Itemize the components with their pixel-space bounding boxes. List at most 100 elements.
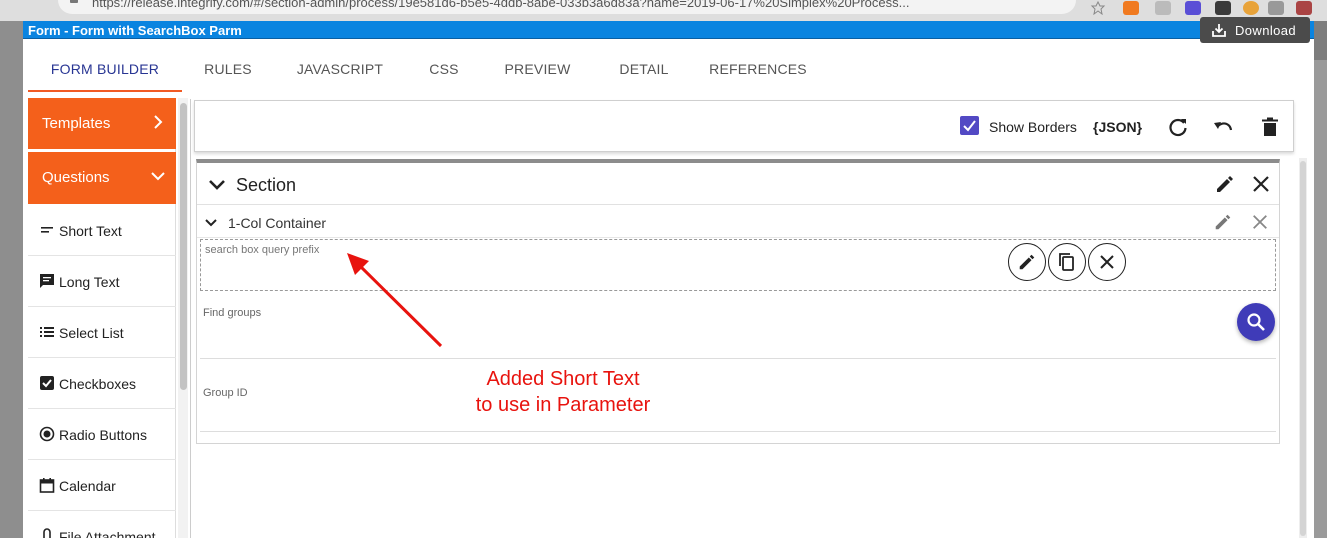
container-header: 1-Col Container [197,206,1279,238]
chevron-down-icon[interactable] [207,175,227,195]
annotation-arrow [347,253,443,348]
question-label: Checkboxes [59,376,137,392]
question-label: Select List [59,325,124,341]
chevron-down-icon [151,172,165,181]
question-long-text[interactable]: Long Text [28,256,176,307]
search-icon [1247,313,1265,331]
sidebar-scrollbar-thumb[interactable] [180,103,187,390]
section-header: Section [197,163,1279,205]
download-button[interactable]: Download [1200,17,1310,43]
tab-bar: FORM BUILDER RULES JAVASCRIPT CSS PREVIE… [28,44,1308,92]
annotation-line: Added Short Text [486,368,640,390]
tab-label: JAVASCRIPT [296,61,384,77]
extension-icon[interactable] [1215,1,1231,15]
browser-toolbar: https://release.integrify.com/#/section-… [0,0,1327,21]
checkbox-icon [40,376,54,390]
show-borders-checkbox[interactable] [960,116,979,135]
extension-icon[interactable] [1268,1,1284,15]
question-label: Short Text [59,223,122,239]
background-app-right [1314,60,1327,538]
edit-section-icon[interactable] [1214,173,1236,195]
question-file-attachment[interactable]: File Attachment [28,511,176,538]
tab-form-builder[interactable]: FORM BUILDER [28,44,182,92]
download-icon [1212,24,1226,37]
search-button[interactable] [1237,303,1275,341]
radio-button-icon [39,426,55,442]
short-text-icon [41,227,53,233]
attachment-icon [43,528,51,538]
lock-icon [70,0,78,3]
star-icon[interactable] [1090,0,1106,16]
show-borders-label: Show Borders [989,119,1077,135]
tab-preview[interactable]: PREVIEW [500,44,575,92]
json-button[interactable]: {JSON} [1093,119,1142,135]
edit-field-button[interactable] [1008,243,1046,281]
modal-title: Form - Form with SearchBox Parm [28,23,242,38]
group-id-field[interactable]: Group ID [200,385,1276,432]
annotation-text: Added Short Text to use in Parameter [443,366,683,418]
undo-icon[interactable] [1212,116,1234,138]
question-label: Radio Buttons [59,427,147,443]
select-list-icon [40,327,54,337]
divider [190,99,191,538]
edit-icon [1019,254,1035,270]
extension-icon[interactable] [1296,1,1312,15]
templates-label: Templates [42,115,111,132]
extension-icon[interactable] [1155,1,1171,15]
tab-label: REFERENCES [709,61,807,77]
extension-icon[interactable] [1185,1,1201,15]
delete-icon[interactable] [1259,116,1281,138]
extension-icon[interactable] [1123,1,1139,15]
check-icon [963,120,976,132]
tab-label: RULES [204,61,252,77]
chevron-down-icon[interactable] [204,216,218,230]
workspace-scrollbar-thumb[interactable] [1300,161,1306,536]
question-radio-buttons[interactable]: Radio Buttons [28,409,176,460]
close-container-icon[interactable] [1251,213,1269,231]
chevron-right-icon [154,115,163,129]
close-icon [1100,255,1114,269]
field-label: search box query prefix [205,244,320,256]
extension-icon[interactable] [1243,1,1259,15]
questions-label: Questions [42,169,110,186]
tab-rules[interactable]: RULES [193,44,263,92]
tab-javascript[interactable]: JAVASCRIPT [290,44,390,92]
question-calendar[interactable]: Calendar [28,460,176,511]
question-checkboxes[interactable]: Checkboxes [28,358,176,409]
background-app [0,21,24,538]
form-builder-modal: Form - Form with SearchBox Parm FORM BUI… [23,21,1314,538]
tab-label: DETAIL [619,61,669,77]
tab-label: CSS [429,61,459,77]
tab-css[interactable]: CSS [424,44,464,92]
tab-references[interactable]: REFERENCES [708,44,808,92]
container-title: 1-Col Container [228,215,327,231]
question-label: Calendar [59,478,116,494]
tab-label: FORM BUILDER [50,61,160,77]
modal-title-bar: Form - Form with SearchBox Parm [23,21,1314,39]
question-palette: Templates Questions Short Text Long Text… [28,98,176,538]
annotation-line: to use in Parameter [475,394,651,416]
question-select-list[interactable]: Select List [28,307,176,358]
tab-label: PREVIEW [504,61,571,77]
questions-button[interactable]: Questions [28,152,176,204]
long-text-icon [40,274,54,288]
field-label: Find groups [203,307,262,319]
builder-toolbar: Show Borders {JSON} [194,100,1294,152]
download-label: Download [1235,23,1297,38]
remove-field-button[interactable] [1088,243,1126,281]
templates-button[interactable]: Templates [28,98,176,149]
calendar-icon [39,478,55,493]
section-title: Section [236,175,297,195]
address-bar-url: https://release.integrify.com/#/section-… [92,0,910,10]
tab-detail[interactable]: DETAIL [614,44,674,92]
field-label: Group ID [203,387,248,399]
close-section-icon[interactable] [1251,174,1271,194]
copy-icon [1059,253,1074,271]
copy-field-button[interactable] [1048,243,1086,281]
edit-container-icon[interactable] [1213,212,1233,232]
question-label: Long Text [59,274,120,290]
address-bar[interactable]: https://release.integrify.com/#/section-… [58,0,1076,14]
question-label: File Attachment [59,529,156,538]
refresh-icon[interactable] [1167,116,1189,138]
question-short-text[interactable]: Short Text [28,205,176,256]
